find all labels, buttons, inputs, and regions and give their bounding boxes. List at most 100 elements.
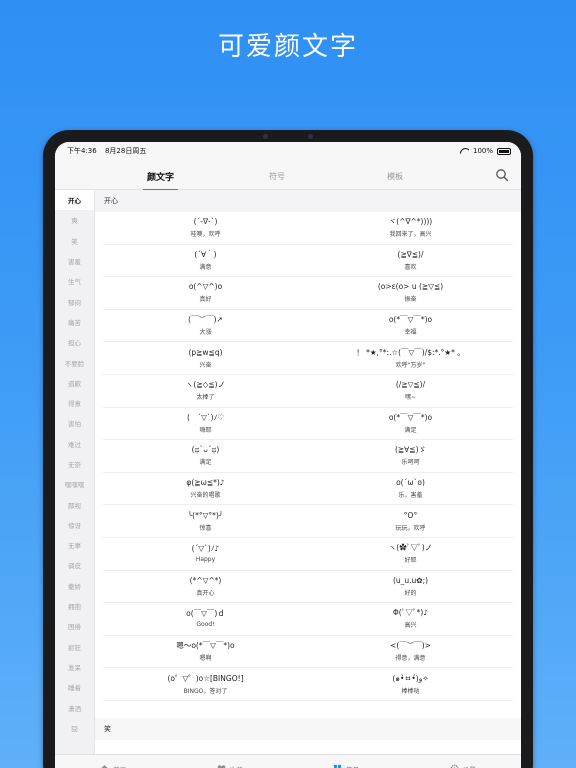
kaomoji-item[interactable]: (´-∇-`) 哇噢，欢呼 [103,212,308,245]
kaomoji-item[interactable]: o(^▽^)o 真好 [103,277,308,310]
kaomoji-item[interactable]: o(*￣▽￣*)o 幸福 [308,310,513,343]
home-icon [100,764,109,768]
kaomoji-item[interactable]: (u_u.u✿;) 好的 [308,571,513,604]
tab-templates[interactable]: 模板 [387,171,403,182]
tab-bar-label: 符号 [346,764,359,768]
kaomoji-item[interactable]: o(´ω`o) 乐，害羞 [308,473,513,506]
kaomoji-item[interactable]: (￣︶￣)↗ 大涨 [103,310,308,343]
kaomoji-item[interactable]: ！ *★,°*:.☆(￣▽￣)/$:*.°★* 。欢呼"万岁" [308,342,513,375]
sidebar-item[interactable]: 笑 [55,231,94,251]
sidebar-item[interactable]: 得意 [55,393,94,413]
kaomoji-label: 喜欢 [404,263,417,271]
status-bar: 下午4:36 8月28日周五 100% [55,142,521,160]
kaomoji-item[interactable]: (´∀｀) 满意 [103,245,308,278]
kaomoji-item[interactable]: o(￣▽￣)ｄ Good! [103,603,308,636]
wifi-icon [460,148,469,155]
kaomoji-item[interactable]: (≧∀≦)ゞ 乐呵呵 [308,440,513,473]
sidebar-item[interactable]: 难过 [55,434,94,454]
sidebar-item[interactable]: 抓狂 [55,637,94,657]
sidebar-item[interactable]: 不要脸 [55,352,94,372]
kaomoji-text: (´∀｀) [194,249,217,259]
kaomoji-item[interactable]: <(￣︶￣)> 得意，满意 [308,636,513,669]
sidebar-item[interactable]: 发呆 [55,657,94,677]
kaomoji-item[interactable]: (≧∇≦)/ 喜欢 [308,245,513,278]
kaomoji-text: (ಥ`ᴗ´ಥ) [191,445,220,455]
sidebar-item[interactable]: 无奈 [55,454,94,474]
kaomoji-label: 欢呼"万岁" [395,361,426,369]
status-time: 下午4:36 [67,147,97,155]
sidebar-item[interactable]: 爽 [55,210,94,230]
sidebar-item[interactable]: 潇洒 [55,697,94,717]
kaomoji-text: (￣︶￣)↗ [188,315,223,325]
kaomoji-text: ( ´▽`)ﾉ♡ [186,412,225,422]
kaomoji-item[interactable]: (p≧w≦q) 兴奋 [103,342,308,375]
kaomoji-item[interactable]: ヽ(≧◇≦)ノ 太棒了 [103,375,308,408]
sidebar-item[interactable]: 害怕 [55,413,94,433]
kaomoji-text: 嗯～o(*￣▽￣*)o [176,641,235,651]
kaomoji-item[interactable]: ヽ(✿ﾟ▽ﾟ)ノ 好耶 [308,538,513,571]
tab-bar-item[interactable]: 收藏 [172,764,289,768]
kaomoji-text: (≧∇≦)/ [397,249,424,259]
app-screen: 下午4:36 8月28日周五 100% 颜文字 符号 模板 开心爽笑害羞 生气 郁闷… [55,142,521,768]
hero-title: 可爱颜文字 [217,32,358,62]
kaomoji-text: o(^▽^)o [188,282,223,292]
sidebar-item[interactable]: 睡着 [55,677,94,697]
kaomoji-label: BINGO，答对了 [183,687,228,695]
tab-kaomoji[interactable]: 颜文字 [142,170,179,191]
kaomoji-item[interactable]: °O° 玩玩，欢呼 [308,505,513,538]
kaomoji-text: (o>ε(o> u (≧▽≦) [377,282,444,292]
kaomoji-item[interactable]: (๑•̀ㅂ•́)و✧ 棒棒哒 [308,668,513,701]
sidebar-item[interactable]: 困倦 [55,616,94,636]
sidebar-item[interactable]: 撒娇 [55,576,94,596]
kaomoji-text: (/≧▽≦)/ [395,380,426,390]
kaomoji-item[interactable]: ヾ(^∇^*)))) 我回来了，高兴 [308,212,513,245]
kaomoji-item[interactable]: Φ(ﾟ▽ﾟ*)♪ 高兴 [308,603,513,636]
kaomoji-item[interactable]: (/≧▽≦)/ 嘿~ [308,375,513,408]
kaomoji-text: o(´ω`o) [396,478,425,488]
kaomoji-text: ヽ(≧◇≦)ノ [185,380,226,390]
kaomoji-item[interactable]: o(*￣▽￣*)o 满足 [308,408,513,441]
kaomoji-item[interactable]: φ(≧ω≦*)♪ 兴奋的唱歌 [103,473,308,506]
sidebar-item[interactable]: 调皮 [55,555,94,575]
kaomoji-item[interactable]: (o>ε(o> u (≧▽≦) 振奋 [308,277,513,310]
tab-symbols[interactable]: 符号 [269,171,285,182]
sidebar-item[interactable]: 拥抱 [55,596,94,616]
kaomoji-item[interactable]: (o゜▽゜)o☆[BINGO!] BINGO，答对了 [103,668,308,701]
sidebar-item[interactable]: 开心 [55,190,94,211]
search-icon[interactable] [495,168,509,182]
kaomoji-item[interactable]: (´▽`)ﾉ♪ Happy [103,538,308,571]
kaomoji-label: 惊喜 [199,524,212,532]
sidebar-item[interactable]: 郁闷 [55,291,94,311]
kaomoji-text: (´-∇-`) [193,217,218,227]
sidebar-item[interactable]: 道歉 [55,373,94,393]
kaomoji-item[interactable]: ╰(*°▽°*)╯ 惊喜 [103,505,308,538]
kaomoji-item[interactable]: (ಥ`ᴗ´ಥ) 满足 [103,440,308,473]
sidebar-item[interactable]: 囧 [55,718,94,738]
next-section-title: 笑 [95,718,521,740]
sidebar-item[interactable]: 害羞 [55,251,94,271]
tab-bar-item[interactable]: 符号 [288,764,405,768]
sidebar-item[interactable]: 生气 [55,271,94,291]
top-nav: 颜文字 符号 模板 [55,160,521,191]
kaomoji-label: 高兴 [404,622,417,630]
kaomoji-text: (*^▽^*) [189,575,222,585]
sidebar-item[interactable]: 鄙视 [55,494,94,514]
battery-icon [497,147,511,155]
kaomoji-item[interactable]: ( ´▽`)ﾉ♡ 嗨耶 [103,408,308,441]
tab-bar-label: 首页 [113,764,126,768]
kaomoji-label: 嗯啊 [199,655,212,663]
content-area: 开心爽笑害羞 生气 郁闷 痛苦 担心 不要脸 道歉 得意 害怕 难过 无奈 嘿嘿嘿 鄙视 惊讶 无辜 调皮 撒娇… [55,190,521,754]
kaomoji-label: 满足 [199,459,212,467]
sidebar-item[interactable]: 无辜 [55,535,94,555]
sidebar-item[interactable]: 惊讶 [55,515,94,535]
kaomoji-label: 幸福 [404,329,417,337]
tab-bar-item[interactable]: 设置 [405,764,522,768]
kaomoji-item[interactable]: 嗯～o(*￣▽￣*)o 嗯啊 [103,636,308,669]
kaomoji-text: <(￣︶￣)> [390,641,431,651]
kaomoji-text: o(￣▽￣)ｄ [186,609,225,619]
tab-bar-item[interactable]: 首页 [55,764,172,768]
sidebar-item[interactable]: 担心 [55,332,94,352]
sidebar-item[interactable]: 痛苦 [55,312,94,332]
sidebar-item[interactable]: 嘿嘿嘿 [55,474,94,494]
kaomoji-item[interactable]: (*^▽^*) 真开心 [103,571,308,604]
